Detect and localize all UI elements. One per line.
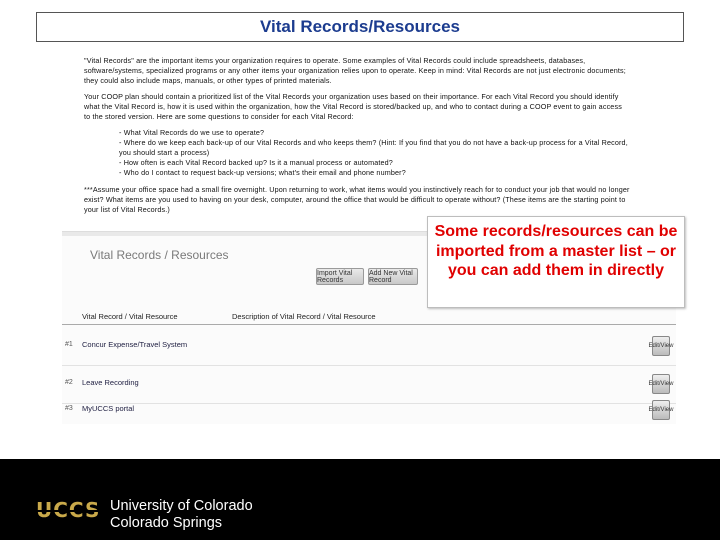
question-item: - Who do I contact to request back-up ve… (119, 168, 406, 177)
record-name: MyUCCS portal (82, 404, 135, 413)
question-item: - Where do we keep each back-up of our V… (119, 138, 628, 157)
footer-bar: UCCS University of Colorado Colorado Spr… (0, 459, 720, 540)
university-name-line1: University of Colorado (110, 498, 253, 514)
header-divider (62, 324, 676, 325)
callout-box: Some records/resources can be imported f… (427, 216, 685, 308)
instructions-text: "Vital Records" are the important items … (84, 56, 630, 221)
record-name: Concur Expense/Travel System (82, 340, 188, 349)
edit-view-button[interactable]: Edit/View (649, 374, 673, 394)
row-number: #1 (65, 341, 73, 348)
question-item: - How often is each Vital Record backed … (119, 158, 393, 167)
table-row: #3 MyUCCS portal Edit/View (62, 392, 676, 430)
table-row: #1 Concur Expense/Travel System Edit/Vie… (62, 328, 676, 366)
add-vital-record-button[interactable]: Add New Vital Record (368, 268, 418, 285)
slide-title: Vital Records/Resources (260, 17, 460, 36)
slide-title-box: Vital Records/Resources (36, 12, 684, 42)
edit-view-button[interactable]: Edit/View (649, 336, 673, 356)
row-number: #2 (65, 379, 73, 386)
row-number: #3 (65, 405, 73, 412)
column-header-record: Vital Record / Vital Resource (82, 312, 178, 321)
screen-heading: Vital Records / Resources (90, 248, 229, 262)
edit-view-button[interactable]: Edit/View (649, 400, 673, 420)
university-name: University of Colorado Colorado Springs (110, 498, 253, 531)
paragraph-scenario: ***Assume your office space had a small … (84, 185, 630, 214)
logo-stripe (36, 510, 100, 512)
callout-text: Some records/resources can be imported f… (434, 223, 678, 279)
paragraph-definition: "Vital Records" are the important items … (84, 56, 626, 85)
paragraph-coop-plan: Your COOP plan should contain a prioriti… (84, 92, 622, 121)
record-name: Leave Recording (82, 378, 139, 387)
column-header-description: Description of Vital Record / Vital Reso… (232, 312, 376, 321)
question-list: - What Vital Records do we use to operat… (119, 128, 630, 178)
question-item: - What Vital Records do we use to operat… (119, 128, 265, 137)
university-name-line2: Colorado Springs (110, 514, 223, 531)
import-vital-records-button[interactable]: Import Vital Records (316, 268, 364, 285)
